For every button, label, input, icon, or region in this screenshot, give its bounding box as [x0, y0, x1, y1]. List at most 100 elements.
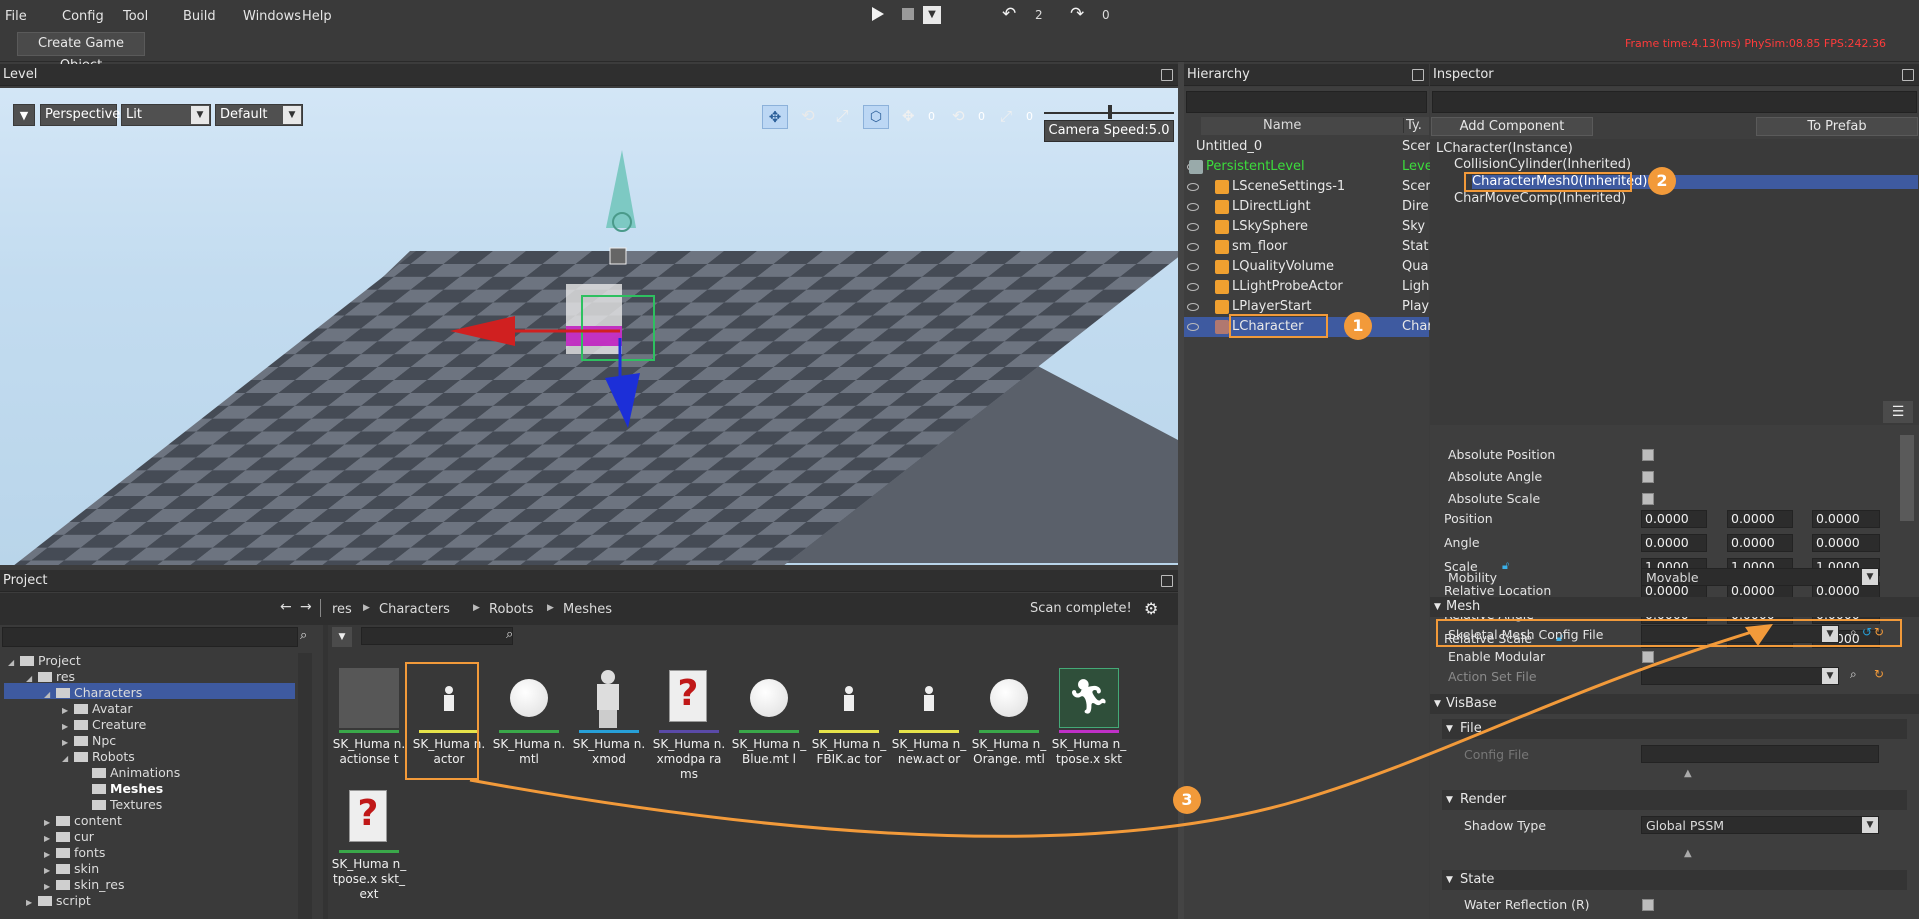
hierarchy-row[interactable]: Untitled_0 Scer	[1184, 137, 1431, 157]
asset-item[interactable]: 🏃︎ SK_Huma n_tpose.x skt	[1051, 662, 1127, 767]
menu-tool[interactable]: Tool	[123, 9, 148, 24]
pin-icon[interactable]	[1161, 69, 1173, 81]
create-game-object-button[interactable]: Create Game Object	[17, 32, 145, 73]
folder-item[interactable]: ◢ res	[26, 669, 75, 685]
pin-icon[interactable]	[1412, 69, 1424, 81]
angle-snap-icon[interactable]: ⟲	[952, 105, 972, 129]
inspector-search-input[interactable]	[1432, 91, 1917, 113]
play-icon[interactable]	[872, 7, 884, 21]
pin-icon[interactable]	[1902, 69, 1914, 81]
vector-input[interactable]: 0.0000	[1727, 534, 1793, 552]
forward-icon[interactable]: →	[300, 599, 312, 615]
view-mode-button[interactable]: Perspective	[40, 104, 120, 126]
expanded-icon[interactable]: ◢	[62, 751, 74, 767]
folder-item[interactable]: ▶ fonts	[44, 845, 105, 861]
local-space-icon[interactable]: ⬡	[863, 105, 889, 129]
camera-speed-handle[interactable]	[1108, 105, 1112, 119]
undo-icon[interactable]: ↶	[1002, 4, 1016, 24]
column-type[interactable]: Ty.	[1403, 118, 1422, 133]
asset-item[interactable]: ? SK_Huma n.xmodpa rams	[651, 662, 727, 782]
hierarchy-row[interactable]: LSkySphere Sky	[1184, 217, 1429, 237]
collapsed-icon[interactable]: ▶	[26, 895, 38, 911]
folder-item[interactable]: ◢ Project	[8, 653, 81, 669]
vector-input[interactable]: 0.0000	[1727, 510, 1793, 528]
checkbox[interactable]	[1642, 493, 1654, 505]
breadcrumb-robots[interactable]: Robots	[489, 602, 533, 617]
visibility-eye-icon[interactable]	[1187, 243, 1199, 251]
gear-icon[interactable]: ⚙	[1144, 599, 1158, 618]
config-file-field[interactable]	[1641, 745, 1879, 763]
move-tool-icon[interactable]: ✥	[762, 105, 788, 129]
grid-snap-icon[interactable]: ✥	[902, 105, 922, 129]
vector-input[interactable]: 0.0000	[1641, 510, 1707, 528]
water-reflection-checkbox[interactable]	[1642, 899, 1654, 911]
search-icon[interactable]: ⌕	[506, 627, 513, 642]
folder-item[interactable]: ▶ skin	[44, 861, 99, 877]
hierarchy-row[interactable]: LLightProbeActor Ligh	[1184, 277, 1429, 297]
expanded-icon[interactable]: ◢	[44, 687, 56, 703]
search-icon[interactable]: ⌕	[300, 628, 307, 643]
folder-item[interactable]: ◢ Characters	[44, 685, 142, 701]
menu-file[interactable]: File	[5, 9, 27, 24]
expanded-icon[interactable]: ◢	[8, 655, 20, 671]
hierarchy-search-input[interactable]	[1186, 91, 1427, 113]
inspector-scrollbar[interactable]	[1900, 435, 1914, 521]
hierarchy-row[interactable]: LDirectLight Dire	[1184, 197, 1429, 217]
folder-item[interactable]: ▶ script	[26, 893, 91, 909]
hierarchy-row[interactable]: PersistentLevel Leve	[1184, 157, 1433, 177]
mesh-section-header[interactable]: ▼ Mesh	[1430, 597, 1919, 617]
column-name[interactable]: Name	[1263, 118, 1301, 133]
asset-item[interactable]: SK_Huma n.xmod	[571, 662, 647, 767]
folder-item[interactable]: Textures	[80, 797, 162, 813]
breadcrumb-characters[interactable]: Characters	[379, 602, 450, 617]
play-options-dropdown-icon[interactable]: ▼	[923, 6, 941, 24]
back-icon[interactable]: ←	[280, 599, 292, 615]
asset-item[interactable]: SK_Huma n_FBIK.ac tor	[811, 662, 887, 767]
menu-build[interactable]: Build	[183, 9, 216, 24]
visibility-eye-icon[interactable]	[1187, 303, 1199, 311]
scale-snap-icon[interactable]: ⤢	[1000, 105, 1020, 129]
filter-dropdown-icon[interactable]: ▼	[332, 627, 352, 647]
list-options-icon[interactable]: ☰	[1883, 401, 1913, 423]
asset-search-input[interactable]	[361, 627, 513, 645]
folder-item[interactable]: ▶ cur	[44, 829, 94, 845]
hierarchy-row[interactable]: sm_floor Stat	[1184, 237, 1429, 257]
visibility-eye-icon[interactable]	[1187, 323, 1199, 331]
state-section-header[interactable]: ▼ State	[1442, 870, 1907, 890]
folder-item[interactable]: ◢ Robots	[62, 749, 135, 765]
visibility-eye-icon[interactable]	[1187, 183, 1199, 191]
visbase-section-header[interactable]: ▼ VisBase	[1430, 694, 1919, 714]
mobility-dropdown[interactable]: Movable ▼	[1641, 568, 1879, 586]
asset-item[interactable]: SK_Huma n_Orange. mtl	[971, 662, 1047, 767]
folder-item[interactable]: ▶ Creature	[62, 717, 146, 733]
asset-item[interactable]: ? SK_Huma n_tpose.x skt_ext	[331, 782, 407, 902]
folder-scrollbar[interactable]	[298, 653, 312, 919]
add-component-button[interactable]: Add Component	[1431, 117, 1593, 136]
file-section-header[interactable]: ▼ File	[1442, 719, 1907, 739]
menu-windows[interactable]: Windows	[243, 9, 301, 24]
action-set-dropdown[interactable]: ▼	[1641, 667, 1839, 685]
clear-icon[interactable]: ↻	[1874, 667, 1884, 681]
browse-icon[interactable]: ⌕	[1850, 667, 1857, 682]
menu-config[interactable]: Config	[62, 9, 104, 24]
shadow-type-dropdown[interactable]: Global PSSM ▼	[1641, 816, 1879, 834]
folder-search-input[interactable]	[2, 627, 298, 647]
visibility-eye-icon[interactable]	[1187, 203, 1199, 211]
breadcrumb-res[interactable]: res	[332, 602, 352, 617]
redo-icon[interactable]: ↷	[1070, 4, 1084, 24]
component-char-move[interactable]: CharMoveComp(Inherited)	[1454, 189, 1626, 209]
level-viewport[interactable]: ▼ Perspective Lit ▼ Default ▼ ✥ ⟲ ⤢ ⬡ ✥ 0 …	[0, 88, 1178, 565]
vector-input[interactable]: 0.0000	[1641, 534, 1707, 552]
render-section-header[interactable]: ▼ Render	[1442, 790, 1907, 810]
folder-item[interactable]: Animations	[80, 765, 180, 781]
folder-item[interactable]: ▶ content	[44, 813, 122, 829]
folder-item[interactable]: Meshes	[80, 781, 163, 797]
checkbox[interactable]	[1642, 471, 1654, 483]
scale-tool-icon[interactable]: ⤢	[830, 105, 854, 129]
folder-item[interactable]: ▶ Avatar	[62, 701, 133, 717]
stop-icon[interactable]	[902, 8, 914, 20]
lighting-dropdown[interactable]: Lit ▼	[121, 104, 211, 126]
visibility-eye-icon[interactable]	[1187, 283, 1199, 291]
folder-item[interactable]: ▶ Npc	[62, 733, 116, 749]
expanded-icon[interactable]: ◢	[26, 671, 38, 687]
